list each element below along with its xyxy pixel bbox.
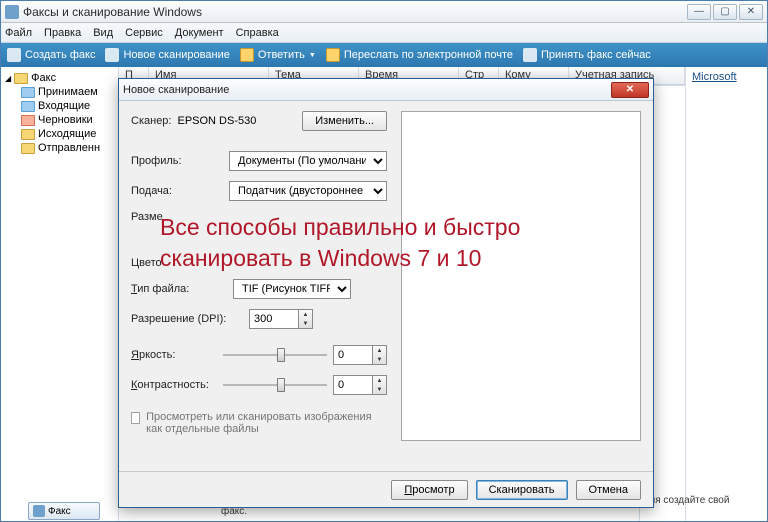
account-link[interactable]: Microsoft — [685, 67, 767, 521]
menu-document[interactable]: Документ — [175, 27, 224, 39]
folder-icon — [21, 87, 35, 98]
sidebar-item-receiving[interactable]: Принимаем — [3, 85, 116, 99]
folder-icon — [21, 101, 35, 112]
tb-new-fax[interactable]: Создать факс — [7, 48, 95, 62]
tb-reply[interactable]: Ответить▼ — [240, 48, 316, 62]
dialog-title: Новое сканирование — [123, 84, 611, 96]
profile-label: Профиль: — [131, 155, 223, 167]
scanner-icon — [105, 48, 119, 62]
checkbox-label: Просмотреть или сканировать изображения … — [146, 411, 387, 435]
feed-label: Подача: — [131, 185, 223, 197]
close-button[interactable]: ✕ — [739, 4, 763, 20]
dpi-label: Разрешение (DPI): — [131, 313, 243, 325]
folder-icon — [21, 143, 35, 154]
menu-service[interactable]: Сервис — [125, 27, 163, 39]
profile-select[interactable]: Документы (По умолчанию) — [229, 151, 387, 171]
color-label: Цвето — [131, 257, 227, 269]
fax-icon — [33, 505, 45, 517]
brightness-label: Яркость: — [131, 349, 217, 361]
folder-icon — [21, 129, 35, 140]
folder-icon — [14, 73, 28, 84]
checkbox-icon — [131, 412, 140, 424]
contrast-spinner[interactable]: ▲▼ — [333, 375, 387, 395]
dialog-titlebar: Новое сканирование ✕ — [119, 79, 653, 101]
fax-icon — [7, 48, 21, 62]
tb-forward[interactable]: Переслать по электронной почте — [326, 48, 513, 62]
menu-view[interactable]: Вид — [93, 27, 113, 39]
brightness-slider[interactable] — [223, 345, 327, 365]
window-buttons: — ▢ ✕ — [687, 4, 763, 20]
scanner-value: EPSON DS-530 — [177, 115, 256, 127]
tb-receive[interactable]: Принять факс сейчас — [523, 48, 651, 62]
sidebar-item-inbox[interactable]: Входящие — [3, 99, 116, 113]
dpi-input[interactable] — [249, 309, 299, 329]
menu-help[interactable]: Справка — [236, 27, 279, 39]
sidebar-root-fax[interactable]: ◢Факс — [3, 71, 116, 85]
titlebar: Факсы и сканирование Windows — ▢ ✕ — [1, 1, 767, 23]
forward-icon — [326, 48, 340, 62]
brightness-input[interactable] — [333, 345, 373, 365]
maximize-button[interactable]: ▢ — [713, 4, 737, 20]
file-type-select[interactable]: TIF (Рисунок TIFF) — [233, 279, 351, 299]
contrast-label: Контрастность: — [131, 379, 217, 391]
menu-edit[interactable]: Правка — [44, 27, 81, 39]
size-label: Разме — [131, 211, 227, 223]
file-type-label: Тип файла: — [131, 283, 227, 295]
new-scan-dialog: Новое сканирование ✕ Сканер: EPSON DS-53… — [118, 78, 654, 508]
menu-file[interactable]: Файл — [5, 27, 32, 39]
taskbar-fax-button[interactable]: Факс — [28, 502, 100, 520]
feed-select[interactable]: Податчик (двустороннее сканир — [229, 181, 387, 201]
scanner-label: Сканер: — [131, 115, 171, 127]
scan-button[interactable]: Сканировать — [476, 480, 568, 500]
sidebar: ◢Факс Принимаем Входящие Черновики Исход… — [1, 67, 119, 521]
brightness-spinner[interactable]: ▲▼ — [333, 345, 387, 365]
menubar: Файл Правка Вид Сервис Документ Справка — [1, 23, 767, 43]
reply-icon — [240, 48, 254, 62]
minimize-button[interactable]: — — [687, 4, 711, 20]
preview-button[interactable]: Просмотр — [391, 480, 467, 500]
dialog-close-button[interactable]: ✕ — [611, 82, 649, 98]
sidebar-item-outbox[interactable]: Исходящие — [3, 127, 116, 141]
dialog-footer: Просмотр Сканировать Отмена — [119, 471, 653, 507]
app-title: Факсы и сканирование Windows — [23, 5, 687, 19]
scan-preview-area — [401, 111, 641, 441]
contrast-slider[interactable] — [223, 375, 327, 395]
sidebar-item-sent[interactable]: Отправленн — [3, 141, 116, 155]
change-scanner-button[interactable]: Изменить... — [302, 111, 387, 131]
separate-files-checkbox[interactable]: Просмотреть или сканировать изображения … — [131, 411, 387, 435]
folder-icon — [21, 115, 35, 126]
contrast-input[interactable] — [333, 375, 373, 395]
sidebar-item-drafts[interactable]: Черновики — [3, 113, 116, 127]
app-icon — [5, 5, 19, 19]
dpi-spinner[interactable]: ▲▼ — [249, 309, 313, 329]
cancel-button[interactable]: Отмена — [576, 480, 641, 500]
receive-icon — [523, 48, 537, 62]
toolbar: Создать факс Новое сканирование Ответить… — [1, 43, 767, 67]
tb-new-scan[interactable]: Новое сканирование — [105, 48, 229, 62]
